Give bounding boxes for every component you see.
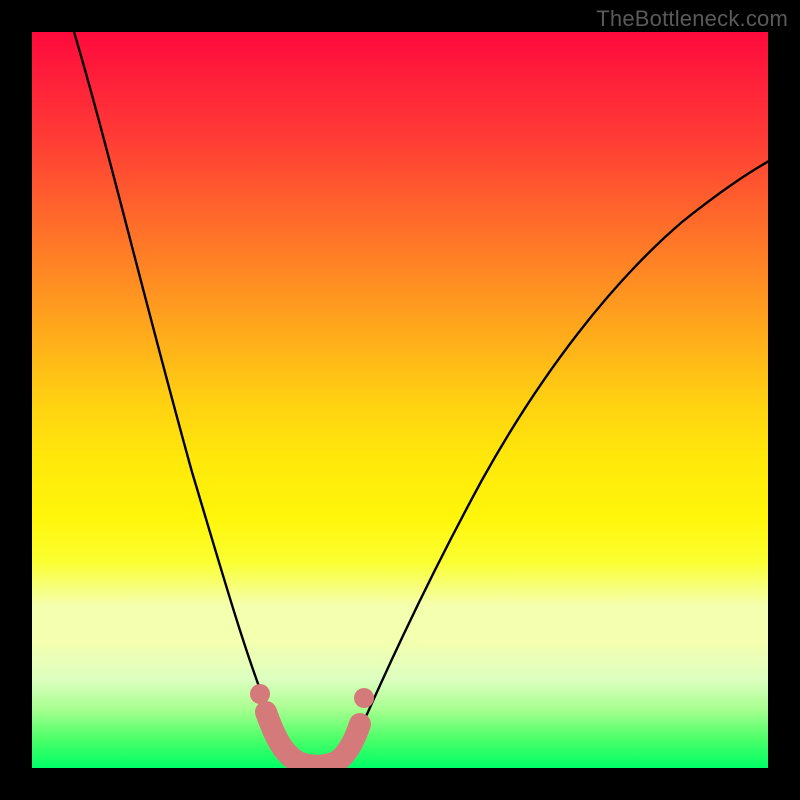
bottleneck-curve	[68, 32, 768, 767]
chart-frame: TheBottleneck.com	[0, 0, 800, 800]
optimum-marker	[250, 684, 374, 766]
plot-area	[32, 32, 768, 768]
watermark-text: TheBottleneck.com	[596, 6, 788, 32]
bottleneck-curve-svg	[32, 32, 768, 768]
